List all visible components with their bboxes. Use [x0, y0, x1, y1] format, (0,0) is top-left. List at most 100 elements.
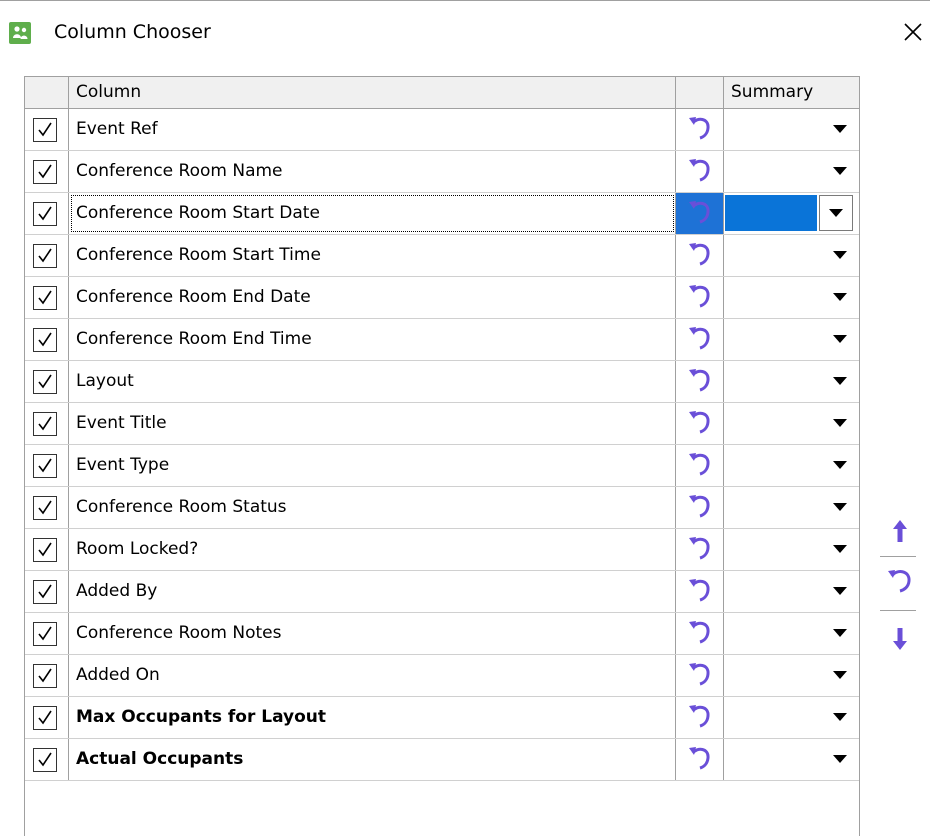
header-summary[interactable]: Summary [724, 77, 859, 108]
summary-select[interactable] [724, 151, 859, 192]
table-row[interactable]: Max Occupants for Layout [25, 697, 859, 739]
visible-checkbox[interactable] [33, 412, 57, 436]
summary-select[interactable] [724, 193, 859, 234]
column-name-cell[interactable]: Event Title [69, 403, 676, 444]
column-name: Max Occupants for Layout [76, 707, 327, 727]
summary-select[interactable] [724, 277, 859, 318]
column-name-cell[interactable]: Conference Room Start Time [69, 235, 676, 276]
undo-icon[interactable] [685, 241, 715, 269]
undo-icon[interactable] [685, 157, 715, 185]
column-name-cell[interactable]: Conference Room Notes [69, 613, 676, 654]
summary-select[interactable] [724, 571, 859, 612]
visible-checkbox[interactable] [33, 160, 57, 184]
reset-cell [676, 109, 724, 150]
visible-checkbox[interactable] [33, 370, 57, 394]
column-name-cell[interactable]: Conference Room End Date [69, 277, 676, 318]
summary-dropdown-button[interactable] [819, 195, 853, 231]
table-row[interactable]: Conference Room End Date [25, 277, 859, 319]
summary-select[interactable] [724, 319, 859, 360]
undo-icon[interactable] [685, 493, 715, 521]
column-name-cell[interactable]: Room Locked? [69, 529, 676, 570]
visible-checkbox-cell [25, 319, 69, 360]
table-row[interactable]: Conference Room Status [25, 487, 859, 529]
summary-select[interactable] [724, 697, 859, 738]
visible-checkbox[interactable] [33, 580, 57, 604]
visible-checkbox-cell [25, 571, 69, 612]
table-row[interactable]: Room Locked? [25, 529, 859, 571]
column-name-cell[interactable]: Event Ref [69, 109, 676, 150]
undo-icon[interactable] [685, 661, 715, 689]
visible-checkbox[interactable] [33, 328, 57, 352]
column-name-cell[interactable]: Layout [69, 361, 676, 402]
summary-select[interactable] [724, 235, 859, 276]
move-up-button[interactable] [880, 514, 920, 548]
table-row[interactable]: Conference Room Name [25, 151, 859, 193]
table-row[interactable]: Conference Room Notes [25, 613, 859, 655]
visible-checkbox[interactable] [33, 286, 57, 310]
visible-checkbox[interactable] [33, 538, 57, 562]
column-name-cell[interactable]: Event Type [69, 445, 676, 486]
title-bar: Column Chooser [0, 1, 930, 61]
summary-select[interactable] [724, 529, 859, 570]
visible-checkbox[interactable] [33, 706, 57, 730]
table-row[interactable]: Conference Room End Time [25, 319, 859, 361]
undo-icon[interactable] [685, 703, 715, 731]
chevron-down-icon [833, 461, 847, 469]
summary-select[interactable] [724, 109, 859, 150]
summary-select[interactable] [724, 403, 859, 444]
table-row[interactable]: Added By [25, 571, 859, 613]
summary-select[interactable] [724, 487, 859, 528]
chevron-down-icon [833, 755, 847, 763]
table-row[interactable]: Layout [25, 361, 859, 403]
visible-checkbox[interactable] [33, 244, 57, 268]
visible-checkbox[interactable] [33, 202, 57, 226]
column-name-cell[interactable]: Conference Room Name [69, 151, 676, 192]
column-name-cell[interactable]: Conference Room Start Date [69, 193, 676, 234]
visible-checkbox[interactable] [33, 748, 57, 772]
column-name-cell[interactable]: Conference Room End Time [69, 319, 676, 360]
column-name-cell[interactable]: Added By [69, 571, 676, 612]
undo-icon[interactable] [685, 535, 715, 563]
header-select [25, 77, 69, 108]
table-row[interactable]: Event Title [25, 403, 859, 445]
close-icon [904, 23, 922, 41]
visible-checkbox[interactable] [33, 622, 57, 646]
summary-value[interactable] [725, 195, 817, 231]
summary-select[interactable] [724, 361, 859, 402]
column-name-cell[interactable]: Conference Room Status [69, 487, 676, 528]
summary-select[interactable] [724, 445, 859, 486]
visible-checkbox[interactable] [33, 664, 57, 688]
undo-icon[interactable] [685, 325, 715, 353]
undo-icon[interactable] [685, 115, 715, 143]
reset-order-button[interactable] [880, 564, 920, 598]
undo-icon[interactable] [685, 745, 715, 773]
table-row[interactable]: Event Ref [25, 109, 859, 151]
visible-checkbox[interactable] [33, 454, 57, 478]
visible-checkbox[interactable] [33, 118, 57, 142]
table-row[interactable]: Event Type [25, 445, 859, 487]
table-row[interactable]: Conference Room Start Date [25, 193, 859, 235]
visible-checkbox[interactable] [33, 496, 57, 520]
column-name-cell[interactable]: Max Occupants for Layout [69, 697, 676, 738]
summary-select[interactable] [724, 655, 859, 696]
undo-icon[interactable] [685, 451, 715, 479]
chevron-down-icon [833, 377, 847, 385]
close-button[interactable] [900, 19, 926, 45]
visible-checkbox-cell [25, 193, 69, 234]
table-row[interactable]: Added On [25, 655, 859, 697]
undo-icon[interactable] [685, 619, 715, 647]
table-row[interactable]: Conference Room Start Time [25, 235, 859, 277]
reset-cell [676, 235, 724, 276]
undo-icon[interactable] [685, 367, 715, 395]
undo-icon[interactable] [685, 577, 715, 605]
move-down-button[interactable] [880, 620, 920, 654]
summary-select[interactable] [724, 739, 859, 780]
column-name-cell[interactable]: Added On [69, 655, 676, 696]
summary-select[interactable] [724, 613, 859, 654]
undo-icon[interactable] [685, 199, 715, 227]
column-name-cell[interactable]: Actual Occupants [69, 739, 676, 780]
table-row[interactable]: Actual Occupants [25, 739, 859, 781]
undo-icon[interactable] [685, 409, 715, 437]
undo-icon[interactable] [685, 283, 715, 311]
header-column[interactable]: Column [69, 77, 676, 108]
